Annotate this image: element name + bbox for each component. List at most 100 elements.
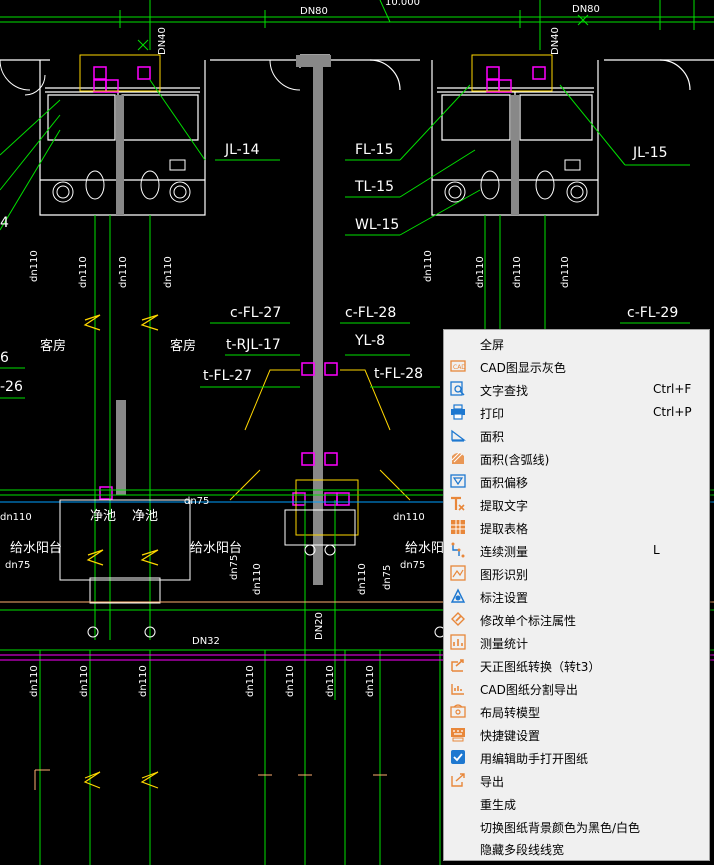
menu-item-split-export[interactable]: CAD图纸分割导出 — [444, 677, 709, 700]
menu-item-extract-text[interactable]: 提取文字 — [444, 493, 709, 516]
dn110-label-4: dn110 — [163, 256, 174, 288]
menu-item-label: 导出 — [480, 775, 505, 789]
menu-item-area-offset[interactable]: 面积偏移 — [444, 470, 709, 493]
dn110-label-3: dn110 — [118, 256, 129, 288]
text-search-icon — [450, 381, 466, 397]
menu-item-label: 天正图纸转换（转t3） — [480, 660, 601, 674]
svg-text:CAD: CAD — [453, 364, 466, 371]
menu-item-tangent-convert[interactable]: 天正图纸转换（转t3） — [444, 654, 709, 677]
menu-item-label: 用编辑助手打开图纸 — [480, 752, 589, 766]
top-elevation-value: 10.000 — [385, 0, 420, 8]
menu-item-dimension-settings[interactable]: 标注设置 — [444, 585, 709, 608]
menu-item-cad-gray[interactable]: CAD CAD图显示灰色 — [444, 355, 709, 378]
menu-item-export[interactable]: 导出 — [444, 769, 709, 792]
label-4: 4 — [0, 215, 9, 231]
shape-recognize-icon — [450, 565, 466, 581]
label-jl-15: JL-15 — [632, 145, 668, 161]
edit-dimension-icon — [450, 611, 466, 627]
menu-item-edit-assistant[interactable]: 用编辑助手打开图纸 — [444, 746, 709, 769]
menu-item-continuous-measure[interactable]: 连续测量 L — [444, 539, 709, 562]
dn80-label-left: DN80 — [300, 6, 328, 17]
dn110-label-12: dn110 — [357, 563, 368, 595]
menu-item-hide-polyline-width[interactable]: 隐藏多段线线宽 — [444, 837, 709, 860]
dn110-label-15: dn110 — [138, 665, 149, 697]
dn110-label-19: dn110 — [365, 665, 376, 697]
label-t-fl-28: t-FL-28 — [374, 366, 423, 382]
menu-item-fullscreen[interactable]: 全屏 — [444, 332, 709, 355]
dimension-settings-icon — [450, 588, 466, 604]
menu-item-shortcut: L — [653, 543, 660, 557]
menu-item-label: 文字查找 — [480, 384, 529, 398]
dn75-label-2: dn75 — [400, 560, 425, 571]
dn110-label-5: dn110 — [423, 250, 434, 282]
label-rjl-17: t-RJL-17 — [226, 337, 281, 353]
room-label-pool-1: 净池 — [90, 509, 116, 524]
menu-item-regenerate[interactable]: 重生成 — [444, 792, 709, 815]
label-fl-15: FL-15 — [355, 142, 393, 158]
label-wl-15: WL-15 — [355, 217, 399, 233]
menu-item-label: 标注设置 — [480, 591, 529, 605]
area-arc-icon — [450, 450, 466, 466]
label-6: 6 — [0, 350, 9, 366]
menu-item-label: 提取文字 — [480, 499, 529, 513]
dn110-label-17: dn110 — [285, 665, 296, 697]
label-fl-27: c-FL-27 — [230, 305, 281, 321]
menu-item-label: 面积偏移 — [480, 476, 529, 490]
dn110-label-1: dn110 — [29, 250, 40, 282]
menu-item-measure-stats[interactable]: 测量统计 — [444, 631, 709, 654]
menu-item-label: 快捷键设置 — [480, 729, 541, 743]
measure-stats-icon — [450, 634, 466, 650]
dn75-label-4: dn75 — [229, 555, 240, 580]
dn110-label-18: dn110 — [325, 665, 336, 697]
label-yl-8: YL-8 — [354, 333, 385, 349]
split-export-icon — [450, 680, 466, 696]
dn20-label: DN20 — [314, 612, 325, 640]
keyboard-icon — [450, 726, 466, 742]
dn110-label-14: dn110 — [79, 665, 90, 697]
menu-item-label: 测量统计 — [480, 637, 529, 651]
menu-item-area[interactable]: 面积 — [444, 424, 709, 447]
room-label-pool-2: 净池 — [132, 509, 158, 524]
extract-table-icon — [450, 519, 466, 535]
edit-assistant-icon — [450, 749, 466, 765]
menu-item-label: 打印 — [480, 407, 505, 421]
export-icon — [450, 772, 466, 788]
label-t-fl-27: t-FL-27 — [203, 368, 252, 384]
menu-item-shape-recognize[interactable]: 图形识别 — [444, 562, 709, 585]
menu-item-extract-table[interactable]: 提取表格 — [444, 516, 709, 539]
cad-gray-icon: CAD — [450, 358, 466, 374]
label-fl-29: c-FL-29 — [627, 305, 678, 321]
layout-model-icon — [450, 703, 466, 719]
room-label-guest-1: 客房 — [40, 338, 66, 354]
tangent-convert-icon — [450, 657, 466, 673]
print-icon — [450, 404, 466, 420]
menu-item-layout-model[interactable]: 布局转模型 — [444, 700, 709, 723]
menu-item-label: 切换图纸背景颜色为黑色/白色 — [480, 821, 641, 835]
context-menu: 全屏 CAD CAD图显示灰色 文字查找 Ctrl+F 打印 Ctrl+P 面积… — [443, 329, 710, 861]
continuous-measure-icon — [450, 542, 466, 558]
label-fl-28: c-FL-28 — [345, 305, 396, 321]
menu-item-label: 重生成 — [480, 798, 517, 812]
dn75-label-3: dn75 — [184, 496, 209, 507]
menu-item-keyboard-settings[interactable]: 快捷键设置 — [444, 723, 709, 746]
area-icon — [450, 427, 466, 443]
label-tl-15: TL-15 — [354, 179, 394, 195]
menu-item-area-arc[interactable]: 面积(含弧线) — [444, 447, 709, 470]
dn110-label-8: dn110 — [560, 256, 571, 288]
menu-item-print[interactable]: 打印 Ctrl+P — [444, 401, 709, 424]
room-label-balcony-2: 给水阳台 — [190, 541, 242, 556]
dn110-label-11: dn110 — [252, 563, 263, 595]
dn110-label-16: dn110 — [245, 665, 256, 697]
menu-item-toggle-background[interactable]: 切换图纸背景颜色为黑色/白色 — [444, 815, 709, 838]
dn110-label-2: dn110 — [78, 256, 89, 288]
dn110-label-9: dn110 — [0, 512, 32, 523]
dn110-label-13: dn110 — [29, 665, 40, 697]
menu-item-edit-dimension[interactable]: 修改单个标注属性 — [444, 608, 709, 631]
top-pipe-lines — [0, 0, 714, 50]
dn110-label-7: dn110 — [512, 256, 523, 288]
menu-item-label: 图形识别 — [480, 568, 529, 582]
room-label-guest-2: 客房 — [170, 338, 196, 354]
menu-item-label: 布局转模型 — [480, 706, 541, 720]
area-offset-icon — [450, 473, 466, 489]
menu-item-text-search[interactable]: 文字查找 Ctrl+F — [444, 378, 709, 401]
